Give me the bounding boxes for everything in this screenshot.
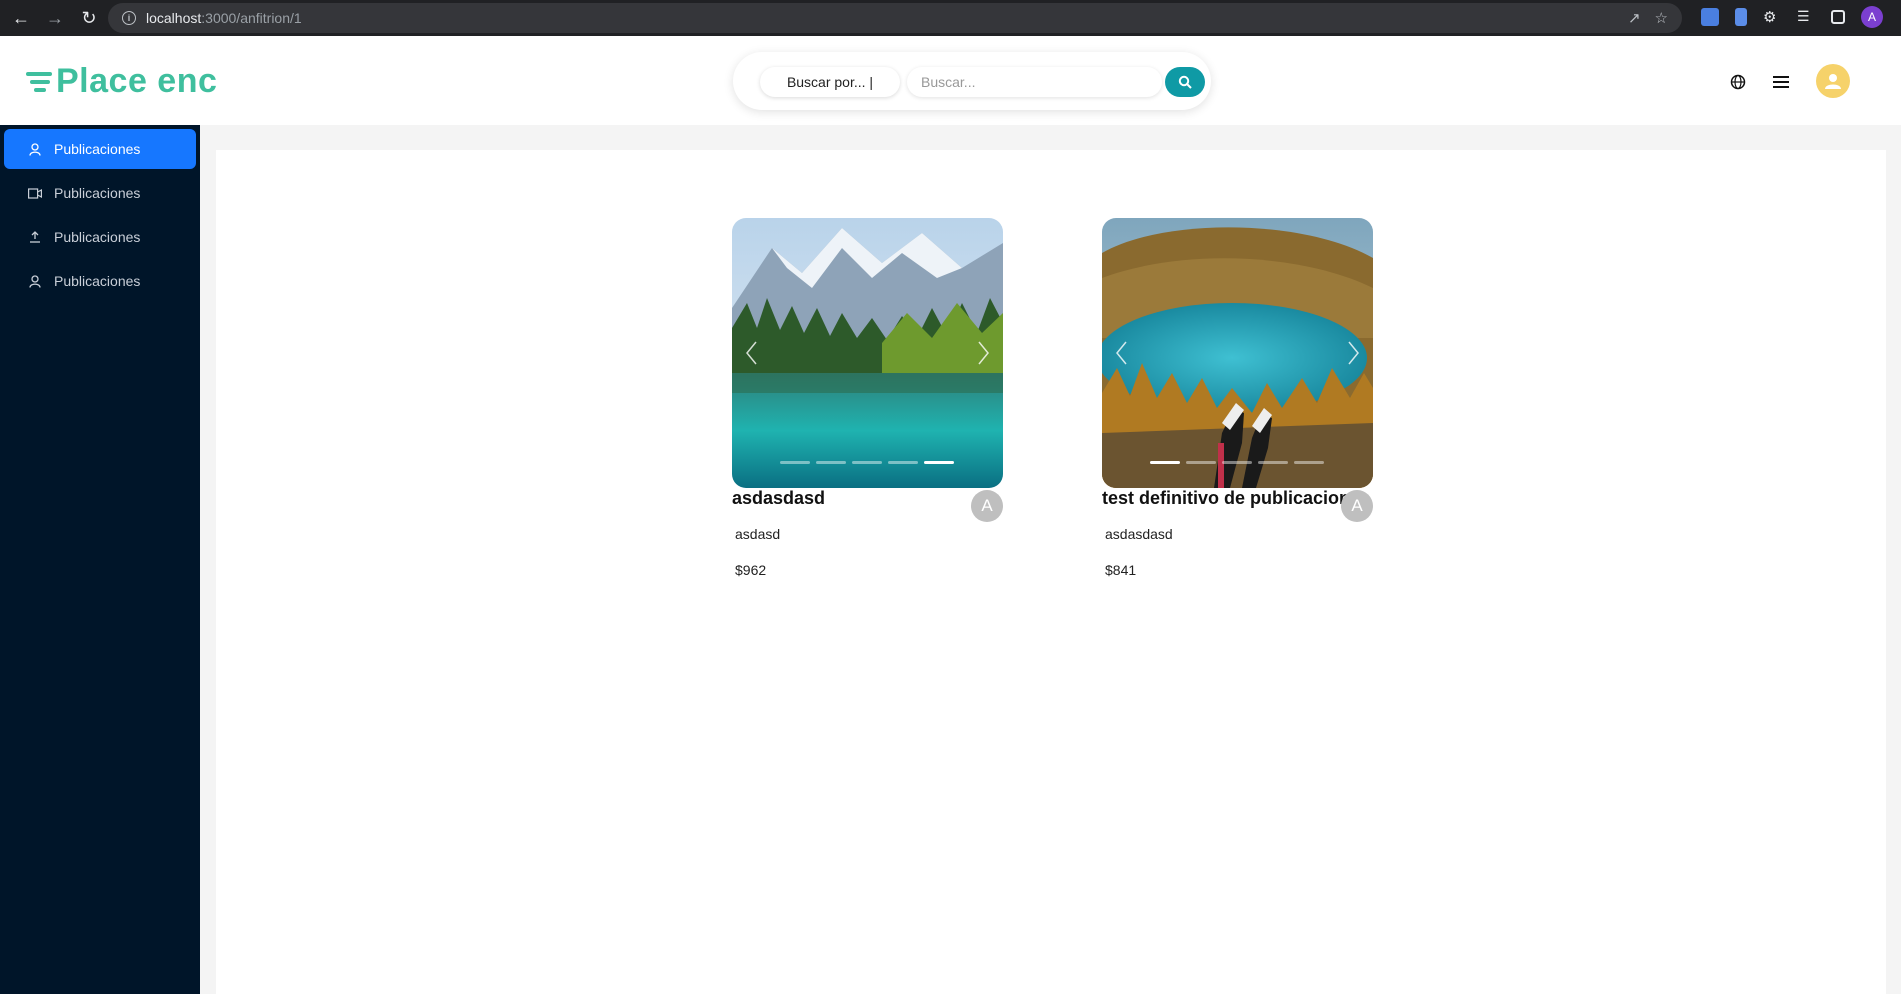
search-filter-select[interactable]: Buscar por... | [760, 67, 900, 97]
sidebar-item-publicaciones-4[interactable]: Publicaciones [4, 261, 196, 301]
sidebar-item-label: Publicaciones [54, 229, 141, 245]
search-input[interactable] [907, 67, 1162, 97]
logo[interactable]: Place enc [26, 62, 217, 101]
mountain-lake-image [732, 218, 1003, 488]
url-text[interactable]: localhost:3000/anfitrion/1 [146, 10, 302, 26]
carousel-prev-icon[interactable] [742, 338, 762, 368]
user-avatar-icon [1825, 74, 1841, 89]
app-header: Place enc Buscar por... | [0, 36, 1901, 125]
sidebar-item-label: Publicaciones [54, 185, 141, 201]
share-icon[interactable]: ↗ [1628, 9, 1641, 27]
sidebar-item-publicaciones-2[interactable]: Publicaciones [4, 173, 196, 213]
forest-lake-image [1102, 218, 1373, 488]
carousel-prev-icon[interactable] [1112, 338, 1132, 368]
search-bar: Buscar por... | [733, 52, 1211, 110]
listing-carousel[interactable] [1102, 218, 1373, 488]
listing-carousel[interactable] [732, 218, 1003, 488]
profile-avatar[interactable]: A [1861, 6, 1883, 28]
search-icon [1178, 75, 1192, 89]
carousel-dot[interactable] [1222, 461, 1252, 464]
listing-price: $841 [1105, 562, 1137, 578]
bookmark-star-icon[interactable]: ☆ [1655, 9, 1668, 27]
sidebar: Publicaciones Publicaciones Publicacione… [0, 125, 200, 994]
carousel-dot[interactable] [1294, 461, 1324, 464]
user-icon [28, 142, 42, 156]
logo-text: Place enc [56, 62, 218, 100]
listing-title: asdasdasd [732, 488, 826, 508]
video-icon [28, 186, 42, 200]
globe-icon[interactable] [1727, 71, 1749, 93]
main-content: asdasdasd A asdasd $962 test definitivo … [216, 150, 1886, 994]
carousel-dot[interactable] [816, 461, 846, 464]
menu-icon[interactable] [1770, 71, 1792, 93]
reload-icon[interactable]: ↻ [76, 5, 102, 31]
translate-extension-icon[interactable] [1701, 8, 1719, 26]
listing-description: asdasdasd [1105, 526, 1173, 542]
site-info-icon[interactable]: i [122, 11, 136, 25]
docs-extension-icon[interactable] [1735, 8, 1747, 26]
carousel-dot-active[interactable] [924, 461, 954, 464]
carousel-dot[interactable] [888, 461, 918, 464]
browser-toolbar: ← → ↻ i localhost:3000/anfitrion/1 ↗ ☆ ⚙… [0, 0, 1901, 36]
user-avatar[interactable] [1816, 64, 1850, 98]
listing-description: asdasd [735, 526, 781, 542]
listing-card[interactable]: asdasdasd A asdasd $962 [732, 218, 1003, 578]
carousel-dot[interactable] [852, 461, 882, 464]
carousel-dot[interactable] [1186, 461, 1216, 464]
address-bar[interactable]: i localhost:3000/anfitrion/1 ↗ ☆ [108, 3, 1682, 33]
carousel-next-icon[interactable] [973, 338, 993, 368]
listing-card[interactable]: test definitivo de publicacion A asdasda… [1102, 218, 1373, 578]
search-button[interactable] [1165, 67, 1205, 97]
listing-title: test definitivo de publicacion [1102, 488, 1351, 508]
sidebar-item-label: Publicaciones [54, 141, 141, 157]
carousel-dot[interactable] [1258, 461, 1288, 464]
reading-list-icon[interactable]: ☰ [1797, 8, 1815, 26]
owner-avatar[interactable]: A [971, 490, 1003, 522]
carousel-next-icon[interactable] [1343, 338, 1363, 368]
back-icon[interactable]: ← [8, 5, 34, 31]
carousel-dot-active[interactable] [1150, 461, 1180, 464]
carousel-dots [780, 461, 954, 464]
side-panel-icon[interactable] [1831, 10, 1845, 24]
puzzle-extensions-icon[interactable]: ⚙ [1763, 8, 1781, 26]
carousel-dot[interactable] [780, 461, 810, 464]
carousel-dots [1150, 461, 1324, 464]
sidebar-item-label: Publicaciones [54, 273, 141, 289]
sidebar-item-publicaciones-1[interactable]: Publicaciones [4, 129, 196, 169]
upload-icon [28, 230, 42, 244]
listing-price: $962 [735, 562, 767, 578]
forward-icon[interactable]: → [42, 5, 68, 31]
user-icon [28, 274, 42, 288]
sidebar-item-publicaciones-3[interactable]: Publicaciones [4, 217, 196, 257]
logo-mark-icon [26, 69, 54, 95]
owner-avatar[interactable]: A [1341, 490, 1373, 522]
